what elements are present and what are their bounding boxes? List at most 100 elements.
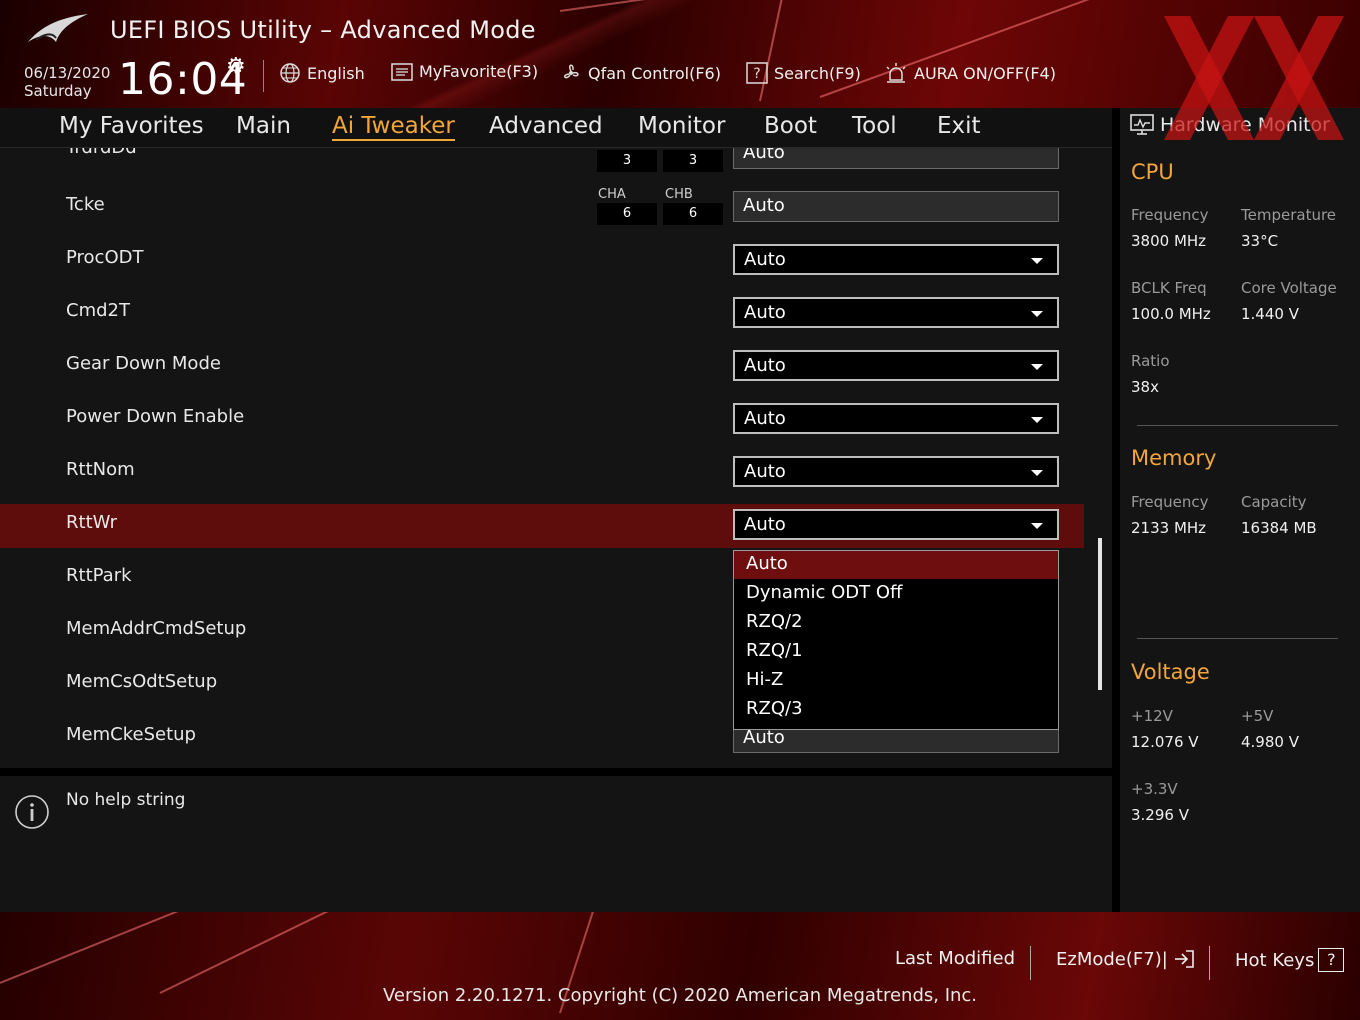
gear-down-mode-dropdown[interactable]: Auto	[733, 350, 1059, 381]
myfavorite-button[interactable]: MyFavorite(F3)	[391, 62, 538, 81]
ezmode-label: EzMode(F7)|	[1056, 948, 1168, 970]
tab-tool[interactable]: Tool	[852, 113, 897, 139]
voltage-heading: Voltage	[1131, 660, 1210, 684]
memory-capacity-label: Capacity	[1241, 493, 1307, 511]
rttwr-dropdown[interactable]: Auto	[733, 509, 1059, 540]
tab-ai-tweaker[interactable]: Ai Tweaker	[332, 113, 455, 141]
cpu-frequency-value: 3800 MHz	[1131, 232, 1207, 250]
info-icon	[15, 795, 49, 829]
procodt-dropdown[interactable]: Auto	[733, 244, 1059, 275]
tab-monitor[interactable]: Monitor	[638, 113, 725, 139]
tab-my-favorites[interactable]: My Favorites	[59, 113, 204, 139]
tab-boot[interactable]: Boot	[764, 113, 817, 139]
bclk-value: 100.0 MHz	[1131, 305, 1211, 323]
chevron-down-icon	[1031, 364, 1043, 370]
setting-label: RttNom	[66, 459, 135, 480]
clock-settings-gear-icon[interactable]: ⚙	[226, 54, 246, 79]
help-panel: No help string	[0, 776, 1112, 912]
chevron-down-icon	[1031, 258, 1043, 264]
setting-label: TrdrdDd	[66, 148, 137, 158]
qfan-control-button[interactable]: Qfan Control(F6)	[560, 62, 721, 84]
search-help-icon: ?	[746, 62, 768, 84]
exit-arrow-icon	[1174, 950, 1194, 968]
memory-frequency-label: Frequency	[1131, 493, 1209, 511]
search-button[interactable]: ? Search(F9)	[746, 62, 861, 84]
tcke-value-field[interactable]: Auto	[733, 191, 1059, 222]
section-divider	[1137, 425, 1338, 426]
setting-label: ProcODT	[66, 247, 144, 268]
cha-label: CHA	[598, 187, 626, 202]
cpu-temperature-value: 33°C	[1241, 232, 1279, 250]
dropdown-option-hi-z[interactable]: Hi-Z	[734, 667, 1058, 695]
footer-bar: Last Modified EzMode(F7)| Hot Keys ? Ver…	[0, 912, 1360, 1020]
tab-main[interactable]: Main	[236, 113, 291, 139]
dropdown-option-auto[interactable]: Auto	[734, 551, 1058, 579]
footer-separator	[1209, 946, 1210, 980]
setting-label: RttWr	[66, 512, 118, 533]
language-button[interactable]: English	[279, 62, 365, 84]
v5-label: +5V	[1241, 707, 1274, 725]
setting-row-power-down-enable[interactable]: Power Down Enable Auto	[0, 395, 1084, 439]
header-separator	[263, 60, 264, 92]
monitor-icon	[1130, 114, 1154, 135]
chb-label: CHB	[665, 187, 693, 202]
header-bar: UEFI BIOS Utility – Advanced Mode 06/13/…	[0, 0, 1360, 108]
v33-label: +3.3V	[1131, 780, 1178, 798]
aura-toggle-button[interactable]: AURA ON/OFF(F4)	[884, 62, 1056, 84]
setting-row-tcke[interactable]: Tcke CHA CHB 6 6 Auto	[0, 183, 1084, 227]
chevron-down-icon	[1031, 523, 1043, 529]
setting-row-rttnom[interactable]: RttNom Auto	[0, 448, 1084, 492]
rttwr-dropdown-list: Auto Dynamic ODT Off RZQ/2 RZQ/1 Hi-Z RZ…	[733, 550, 1059, 730]
version-copyright: Version 2.20.1271. Copyright (C) 2020 Am…	[382, 985, 978, 1006]
cha-value: 3	[597, 150, 657, 172]
tab-advanced[interactable]: Advanced	[489, 113, 603, 139]
rttnom-dropdown[interactable]: Auto	[733, 456, 1059, 487]
ratio-label: Ratio	[1131, 352, 1170, 370]
hot-keys-button[interactable]: Hot Keys ?	[1235, 948, 1345, 972]
dropdown-option-dynamic-odt-off[interactable]: Dynamic ODT Off	[734, 580, 1058, 608]
dropdown-option-rzq-1[interactable]: RZQ/1	[734, 638, 1058, 666]
dropdown-value: Auto	[744, 461, 786, 482]
help-question-icon: ?	[1318, 948, 1345, 972]
language-label: English	[307, 63, 365, 83]
v12-label: +12V	[1131, 707, 1173, 725]
rog-logo-icon	[28, 14, 88, 42]
setting-label: MemAddrCmdSetup	[66, 618, 247, 639]
setting-row-gear-down-mode[interactable]: Gear Down Mode Auto	[0, 342, 1084, 386]
core-voltage-label: Core Voltage	[1241, 279, 1337, 297]
ratio-value: 38x	[1131, 378, 1159, 396]
scrollbar-thumb[interactable]	[1098, 538, 1102, 690]
globe-icon	[280, 63, 300, 83]
v12-value: 12.076 V	[1131, 733, 1199, 751]
setting-row-cmd2t[interactable]: Cmd2T Auto	[0, 289, 1084, 333]
cha-value: 6	[597, 203, 657, 225]
memory-heading: Memory	[1131, 446, 1217, 470]
footer-separator	[1030, 946, 1031, 980]
favorite-list-icon	[391, 62, 413, 81]
setting-label: Gear Down Mode	[66, 353, 221, 374]
setting-row-trdrddd[interactable]: TrdrdDd 3 3 Auto	[0, 148, 1084, 172]
cpu-frequency-label: Frequency	[1131, 206, 1209, 224]
setting-row-rttwr[interactable]: RttWr Auto	[0, 504, 1084, 548]
last-modified-button[interactable]: Last Modified	[895, 948, 1015, 969]
svg-text:?: ?	[753, 66, 760, 82]
setting-label: MemCkeSetup	[66, 724, 196, 745]
setting-row-procodt[interactable]: ProcODT Auto	[0, 236, 1084, 280]
qfan-label: Qfan Control(F6)	[588, 63, 721, 83]
setting-value-field[interactable]: Auto	[733, 148, 1059, 169]
tab-exit[interactable]: Exit	[937, 113, 981, 139]
setting-label: RttPark	[66, 565, 132, 586]
dropdown-option-rzq-2[interactable]: RZQ/2	[734, 609, 1058, 637]
bclk-label: BCLK Freq	[1131, 279, 1207, 297]
dropdown-value: Auto	[744, 408, 786, 429]
cmd2t-dropdown[interactable]: Auto	[733, 297, 1059, 328]
memory-capacity-value: 16384 MB	[1241, 519, 1317, 537]
core-voltage-value: 1.440 V	[1241, 305, 1299, 323]
decor-streak	[159, 912, 359, 994]
dropdown-value: Auto	[744, 514, 786, 535]
ezmode-button[interactable]: EzMode(F7)|	[1056, 948, 1196, 970]
aura-label: AURA ON/OFF(F4)	[914, 63, 1056, 83]
power-down-enable-dropdown[interactable]: Auto	[733, 403, 1059, 434]
dropdown-option-rzq-3[interactable]: RZQ/3	[734, 696, 1058, 724]
main-nav: My Favorites Main Ai Tweaker Advanced Mo…	[0, 108, 1112, 148]
